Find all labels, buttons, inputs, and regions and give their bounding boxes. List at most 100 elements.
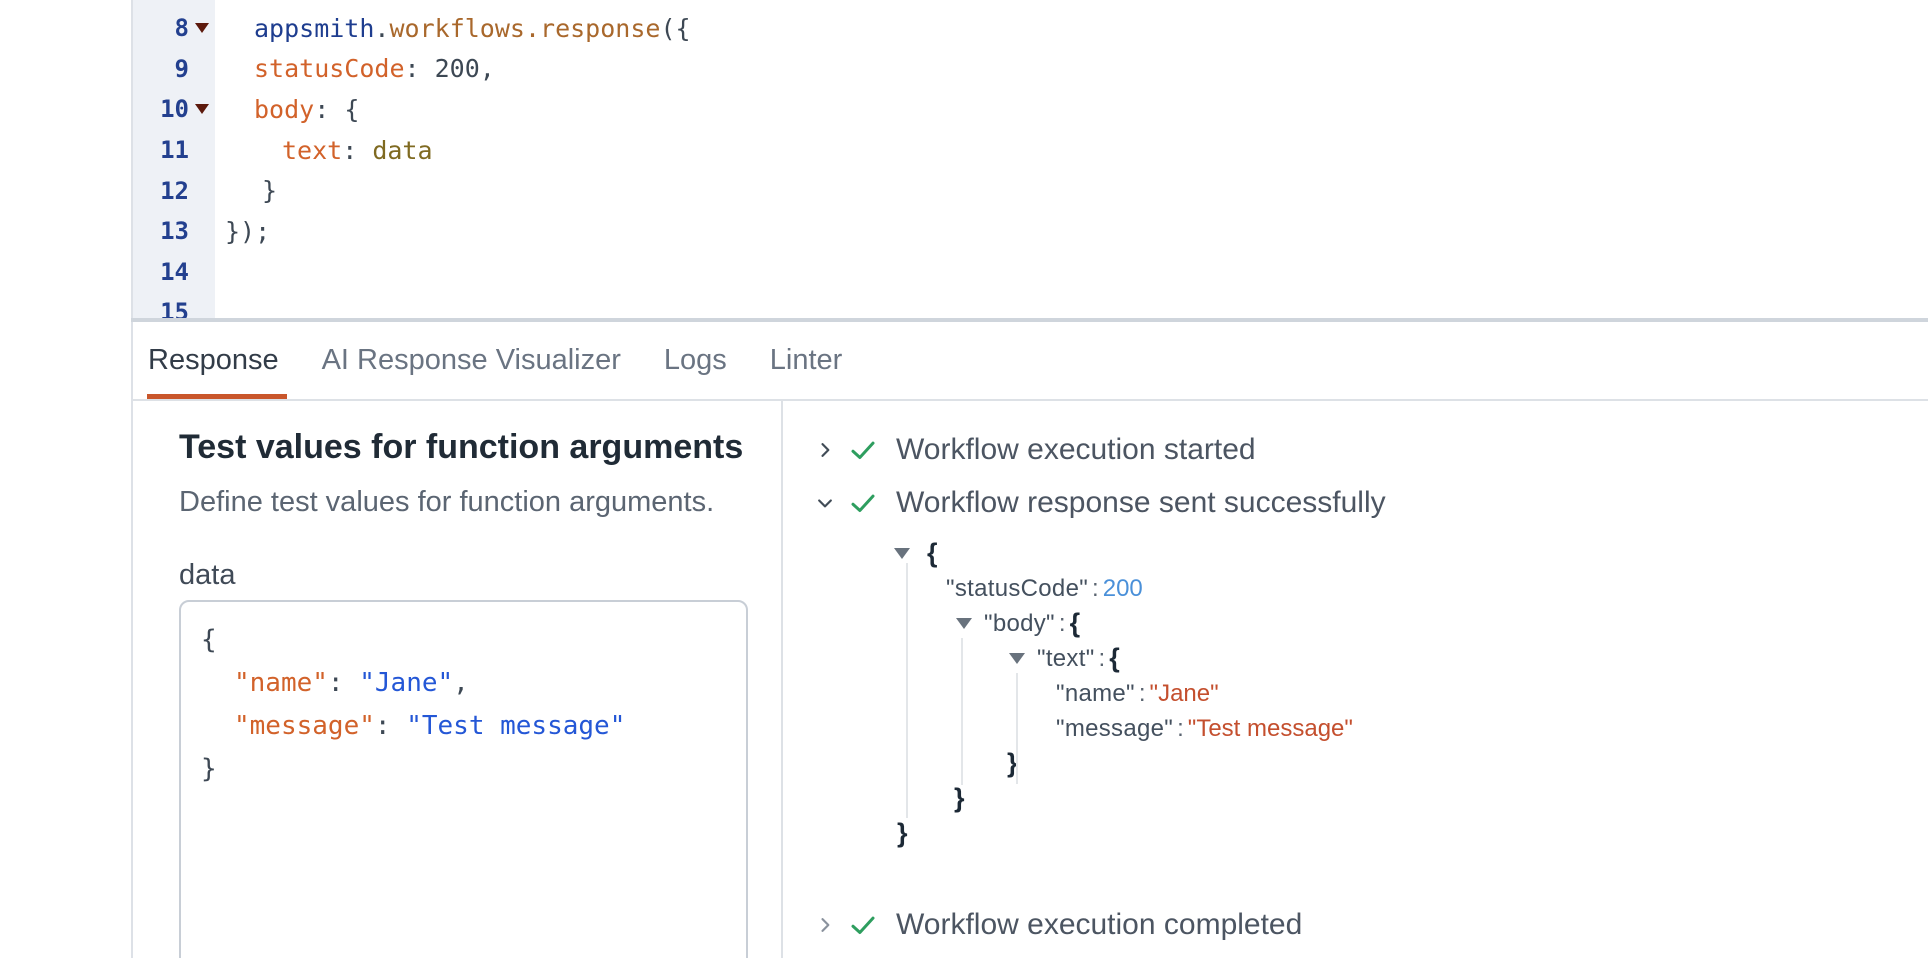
code-text: statusCode: 200, [215, 54, 495, 83]
code-text: body: { [215, 95, 359, 124]
log-row[interactable]: Workflow execution started [814, 430, 1928, 470]
collapse-triangle-icon[interactable] [956, 618, 972, 629]
tree-brace: } [897, 818, 908, 849]
gutter: 10 [133, 95, 215, 123]
tab-label: AI Response Visualizer [322, 344, 621, 377]
code-editor[interactable]: 8 appsmith.workflows.response({ 9 statusCod… [133, 0, 1928, 318]
gutter: 9 [133, 55, 215, 83]
tree-value: 200 [1103, 575, 1143, 603]
tree-brace: { [1109, 643, 1120, 674]
tree-key: "body" [984, 610, 1055, 638]
code-line[interactable]: 9 statusCode: 200, [133, 49, 1928, 90]
code-line[interactable]: 8 appsmith.workflows.response({ [133, 8, 1928, 49]
tree-row: "text":{ [1009, 641, 1928, 676]
tree-row: } [897, 816, 1928, 851]
gutter: 13 [133, 217, 215, 245]
chevron-right-icon[interactable] [814, 430, 836, 470]
test-values-subtitle: Define test values for function argument… [179, 484, 781, 520]
gutter: 15 [133, 298, 215, 318]
log-row[interactable]: Workflow execution completed [814, 905, 1928, 945]
gutter: 14 [133, 258, 215, 286]
line-number: 8 [133, 14, 189, 42]
tree-guide-line [1016, 673, 1018, 784]
success-check-icon [848, 483, 878, 523]
tree-brace: { [1070, 608, 1081, 639]
tree-brace: } [954, 783, 965, 814]
line-number: 9 [133, 55, 189, 83]
json-input-line: } [201, 748, 746, 791]
test-values-panel: Test values for function arguments Defin… [133, 401, 781, 958]
json-input-line: "name": "Jane", [201, 662, 746, 705]
fold-arrow-icon[interactable] [189, 23, 215, 33]
code-line[interactable]: 10 body: { [133, 89, 1928, 130]
tree-row: "body":{ [956, 606, 1928, 641]
tree-key: "message" [1056, 715, 1173, 743]
tree-colon: : [1095, 645, 1110, 673]
line-number: 10 [133, 95, 189, 123]
test-values-title: Test values for function arguments [179, 428, 781, 466]
line-number: 14 [133, 258, 189, 286]
line-number: 13 [133, 217, 189, 245]
chevron-down-icon[interactable] [814, 483, 836, 523]
tree-colon: : [1173, 715, 1188, 743]
collapse-triangle-icon[interactable] [894, 548, 910, 559]
code-line[interactable]: 13}); [133, 211, 1928, 252]
tree-row: "statusCode":200 [946, 571, 1928, 606]
gutter: 8 [133, 14, 215, 42]
fold-arrow-icon[interactable] [189, 104, 215, 114]
code-text: appsmith.workflows.response({ [215, 14, 691, 43]
tab-label: Linter [770, 344, 843, 377]
tab-linter[interactable]: Linter [770, 322, 843, 399]
tree-guide-line [961, 638, 963, 785]
tree-key: "name" [1056, 680, 1135, 708]
tab-logs[interactable]: Logs [664, 322, 727, 399]
tree-row: } [1007, 746, 1928, 781]
data-field-label: data [179, 562, 781, 588]
line-number: 15 [133, 298, 189, 318]
gutter: 11 [133, 136, 215, 164]
line-number: 11 [133, 136, 189, 164]
tree-colon: : [1055, 610, 1070, 638]
log-row[interactable]: Workflow response sent successfully [814, 483, 1928, 523]
execution-log-panel: Workflow execution started Workflow respo… [783, 401, 1928, 958]
tree-key: "text" [1037, 645, 1095, 673]
workflow-editor-window: 8 appsmith.workflows.response({ 9 statusCod… [0, 0, 1928, 958]
chevron-right-icon[interactable] [814, 905, 836, 945]
code-text: } [215, 176, 277, 205]
tree-brace: { [927, 538, 938, 569]
tree-value: "Jane" [1150, 680, 1219, 708]
success-check-icon [848, 905, 878, 945]
bottom-pane-content: Test values for function arguments Defin… [133, 401, 1928, 958]
tab-label: Logs [664, 344, 727, 377]
json-input-line: "message": "Test message" [201, 705, 746, 748]
log-row-label: Workflow execution completed [896, 908, 1302, 942]
tree-row: } [954, 781, 1928, 816]
response-json-tree: {"statusCode":200"body":{"text":{"name":… [814, 536, 1928, 851]
tab-label: Response [148, 344, 279, 377]
collapse-triangle-icon[interactable] [1009, 653, 1025, 664]
tab-response[interactable]: Response [148, 322, 279, 399]
code-text: text: data [215, 136, 433, 165]
code-line[interactable]: 14 [133, 252, 1928, 293]
code-text: }); [215, 217, 270, 246]
tree-key: "statusCode" [946, 575, 1088, 603]
success-check-icon [848, 430, 878, 470]
data-field-input[interactable]: {"name": "Jane","message": "Test message… [179, 600, 748, 958]
code-line[interactable]: 12} [133, 170, 1928, 211]
code-line[interactable]: 11 text: data [133, 130, 1928, 171]
bottom-pane-tabbar: Response AI Response Visualizer Logs Linter [133, 322, 1928, 401]
tree-colon: : [1088, 575, 1103, 603]
gutter: 12 [133, 177, 215, 205]
tree-value: "Test message" [1188, 715, 1353, 743]
tree-row: { [894, 536, 1928, 571]
tree-row: "name":"Jane" [1056, 676, 1928, 711]
log-row-label: Workflow response sent successfully [896, 486, 1386, 520]
tab-ai-response-visualizer[interactable]: AI Response Visualizer [322, 322, 621, 399]
tree-guide-line [906, 563, 908, 818]
tree-row: "message":"Test message" [1056, 711, 1928, 746]
tree-colon: : [1135, 680, 1150, 708]
json-input-line: { [201, 619, 746, 662]
code-line[interactable]: 15 [133, 292, 1928, 318]
log-row-label: Workflow execution started [896, 433, 1256, 467]
line-number: 12 [133, 177, 189, 205]
